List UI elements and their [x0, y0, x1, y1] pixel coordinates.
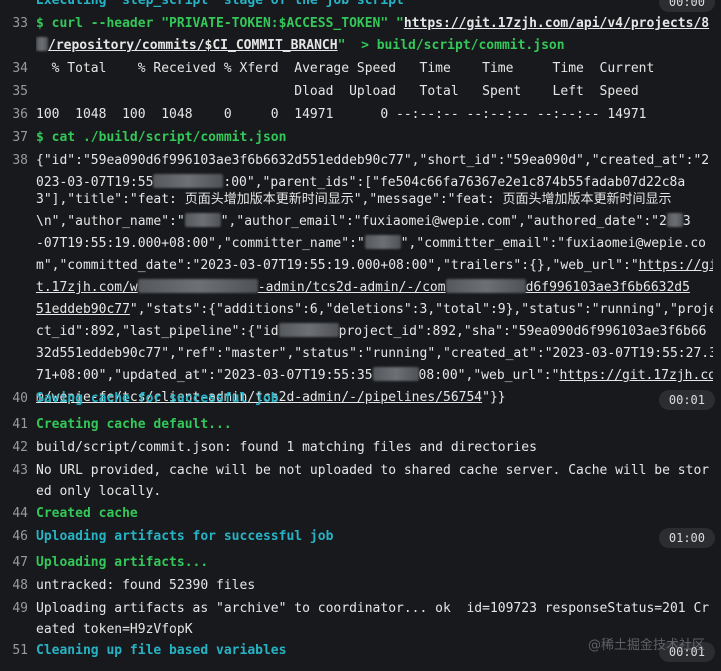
- json-text: 023-03-07T19:55: [36, 175, 154, 190]
- log-text: 32d551eddeb90c77","ref":"master","status…: [36, 346, 713, 361]
- json-text: ct_id":892,"last_pipeline":{"id: [36, 324, 279, 339]
- json-text: :00","parent_ids":["fe504c66fa76367e2e1c…: [223, 175, 686, 190]
- redacted-blur: [36, 37, 48, 51]
- log-text: untracked: found 52390 files: [36, 578, 256, 593]
- json-text: ","message":"feat:: [353, 192, 503, 207]
- redacted-blur: [137, 279, 258, 293]
- json-text: 08:00","web_url":": [418, 368, 560, 383]
- json-text: 3: [682, 214, 691, 229]
- log-text: ed only locally.: [36, 484, 162, 499]
- log-text: {"id":"59ea090d6f996103ae3f6b6632d551edd…: [36, 153, 710, 168]
- duration-badge: 00:01: [658, 390, 715, 410]
- line-number[interactable]: 33: [0, 13, 28, 35]
- redacted-blur: [364, 235, 401, 249]
- log-text: -07T19:55:19.000+08:00","committer_name"…: [36, 233, 713, 255]
- json-text: ","stats":{"additions":6,"deletions":3,"…: [129, 302, 713, 317]
- line-number[interactable]: 43: [0, 460, 28, 482]
- line-number[interactable]: 36: [0, 104, 28, 126]
- redacted-blur: [445, 279, 526, 293]
- watermark: @稀土掘金技术社区: [587, 638, 705, 653]
- log-text: Uploading artifacts as "archive" to coor…: [36, 601, 710, 616]
- log-text: \n","author_name":" ","author_email":"fux…: [36, 211, 713, 233]
- line-number[interactable]: 44: [0, 503, 28, 525]
- redacted-blur: [184, 213, 221, 227]
- api-link[interactable]: https://git.17zjh.com/api/v4/projects/8: [404, 16, 709, 31]
- log-text: 100 1048 100 1048 0 0 14971 0 --:--:-- -…: [36, 107, 647, 122]
- log-text: Executing "step_script" stage of the job…: [36, 0, 404, 8]
- json-text: 页面头增加版本更新时间显示: [502, 192, 672, 207]
- json-text: -07T19:55:19.000+08:00","committer_name"…: [36, 236, 365, 251]
- log-text: No URL provided, cache will be not uploa…: [36, 463, 710, 478]
- duration-badge: 00:00: [658, 0, 715, 12]
- commit-web-link[interactable]: 51eddeb90c77: [36, 302, 130, 317]
- line-number[interactable]: 41: [0, 414, 28, 436]
- log-text: 3"],"title":"feat: 页面头增加版本更新时间显示","messa…: [36, 189, 713, 211]
- redacted-blur: [153, 174, 224, 188]
- line-number[interactable]: 38: [0, 150, 28, 172]
- log-text: 51eddeb90c77","stats":{"additions":6,"de…: [36, 299, 713, 321]
- line-number[interactable]: 34: [0, 58, 28, 80]
- commit-web-link[interactable]: d6f996103ae3f6b6632d5: [526, 280, 690, 295]
- log-text: % Total % Received % Xferd Average Speed…: [36, 61, 655, 76]
- json-text: \n","author_name":": [36, 214, 185, 229]
- log-text: Uploading artifacts...: [36, 555, 209, 570]
- log-text: m","committed_date":"2023-03-07T19:55:19…: [36, 255, 713, 277]
- line-number[interactable]: 46: [0, 526, 28, 548]
- commit-web-link[interactable]: https://gi: [639, 258, 713, 273]
- log-text: t.17zjh.com/w -admin/tcs2d-admin/-/com d6f…: [36, 277, 713, 299]
- line-number[interactable]: 48: [0, 575, 28, 597]
- pipeline-web-link[interactable]: https://git.17zjh.co: [559, 368, 713, 383]
- line-number[interactable]: 37: [0, 127, 28, 149]
- section-header: Saving cache for successful job: [36, 391, 279, 406]
- json-text: 页面头增加版本更新时间显示: [184, 192, 354, 207]
- log-text: $ cat ./build/script/commit.json: [36, 130, 287, 145]
- log-text: $ curl --header "PRIVATE-TOKEN:$ACCESS_T…: [36, 13, 713, 35]
- line-number[interactable]: 35: [0, 81, 28, 103]
- command-text: " > build/script/commit.json: [337, 38, 565, 53]
- log-text: ct_id":892,"last_pipeline":{"id project_i…: [36, 321, 713, 343]
- redacted-blur: [666, 213, 683, 227]
- redacted-blur: [278, 323, 339, 337]
- line-number[interactable]: 49: [0, 598, 28, 620]
- line-number[interactable]: 42: [0, 437, 28, 459]
- section-header: Uploading artifacts for successful job: [36, 529, 334, 544]
- command-text: $ curl --header "PRIVATE-TOKEN:$ACCESS_T…: [36, 16, 404, 31]
- json-text: 71+08:00","updated_at":"2023-03-07T19:55…: [36, 368, 373, 383]
- json-text: ","committer_email":"fuxiaomei@wepie.co: [400, 236, 706, 251]
- line-number[interactable]: 51: [0, 640, 28, 662]
- line-number[interactable]: 40: [0, 388, 28, 410]
- job-log: Executing "step_script" stage of the job…: [0, 0, 721, 671]
- line-number[interactable]: 47: [0, 552, 28, 574]
- api-link[interactable]: /repository/commits/$CI_COMMIT_BRANCH: [48, 38, 338, 53]
- log-text: 71+08:00","updated_at":"2023-03-07T19:55…: [36, 365, 713, 387]
- json-text: ","author_email":"fuxiaomei@wepie.com","…: [220, 214, 667, 229]
- log-text: /repository/commits/$CI_COMMIT_BRANCH" >…: [36, 35, 713, 57]
- commit-web-link[interactable]: t.17zjh.com/w: [36, 280, 138, 295]
- json-text: m","committed_date":"2023-03-07T19:55:19…: [36, 258, 639, 273]
- log-text: Dload Upload Total Spent Left Speed: [36, 84, 639, 99]
- log-text: Created cache: [36, 506, 138, 521]
- redacted-blur: [372, 367, 419, 381]
- log-text: Creating cache default...: [36, 417, 232, 432]
- log-text: build/script/commit.json: found 1 matchi…: [36, 440, 537, 455]
- duration-badge: 01:00: [658, 528, 715, 548]
- commit-web-link[interactable]: -admin/tcs2d-admin/-/com: [258, 280, 446, 295]
- json-text: project_id":892,"sha":"59ea090d6f996103a…: [338, 324, 707, 339]
- json-text: 3"],"title":"feat:: [36, 192, 185, 207]
